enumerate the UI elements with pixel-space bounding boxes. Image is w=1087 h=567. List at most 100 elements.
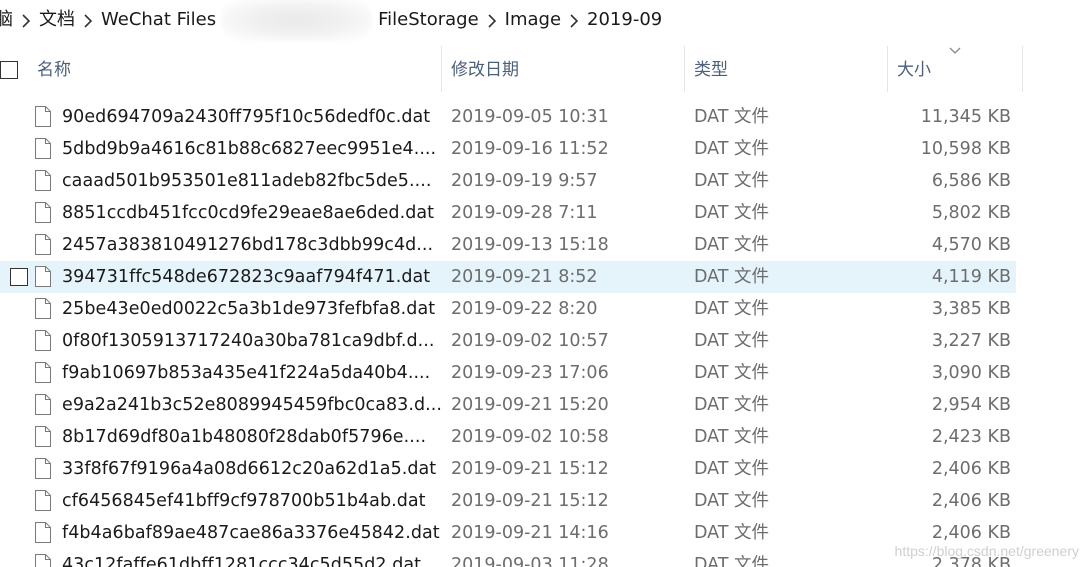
file-modified-date: 2019-09-02 10:57 <box>451 331 609 351</box>
file-type: DAT 文件 <box>694 139 770 159</box>
file-type: DAT 文件 <box>694 395 770 415</box>
file-modified-date: 2019-09-21 15:12 <box>451 459 609 479</box>
file-row[interactable]: 90ed694709a2430ff795f10c56dedf0c.dat 2019… <box>0 101 1087 133</box>
column-header-row: 名称 修改日期 类型 大小 <box>0 44 1087 92</box>
file-type: DAT 文件 <box>694 107 770 127</box>
file-modified-date: 2019-09-05 10:31 <box>451 107 609 127</box>
file-name[interactable]: 0f80f1305913717240a30ba781ca9dbf.d... <box>62 325 435 357</box>
file-type: DAT 文件 <box>694 299 770 319</box>
breadcrumb-item-wechat-files[interactable]: WeChat Files <box>99 0 218 40</box>
file-modified-date: 2019-09-19 9:57 <box>451 171 598 191</box>
file-type: DAT 文件 <box>694 427 770 447</box>
file-type: DAT 文件 <box>694 331 770 351</box>
file-size: 3,227 KB <box>931 331 1011 351</box>
file-row[interactable]: 0f80f1305913717240a30ba781ca9dbf.d... 201… <box>0 325 1087 357</box>
file-size: 3,385 KB <box>931 299 1011 319</box>
file-modified-date: 2019-09-21 14:16 <box>451 523 609 543</box>
file-size: 4,119 KB <box>931 267 1011 287</box>
file-icon <box>35 298 51 319</box>
file-modified-date: 2019-09-21 15:12 <box>451 491 609 511</box>
column-header-modified[interactable]: 修改日期 <box>451 44 684 92</box>
file-size: 2,954 KB <box>931 395 1011 415</box>
file-size: 5,802 KB <box>931 203 1011 223</box>
breadcrumb-item-image[interactable]: Image <box>503 0 563 40</box>
chevron-right-icon[interactable] <box>563 11 585 29</box>
file-row[interactable]: 2457a383810491276bd178c3dbb99c4d... 2019-… <box>0 229 1087 261</box>
file-name[interactable]: 2457a383810491276bd178c3dbb99c4d... <box>62 229 433 261</box>
file-modified-date: 2019-09-21 8:52 <box>451 267 598 287</box>
chevron-right-icon[interactable] <box>15 11 37 29</box>
watermark-text: https://blog.csdn.net/greenery <box>894 543 1079 559</box>
file-row[interactable]: 5dbd9b9a4616c81b88c6827eec9951e4.... 2019… <box>0 133 1087 165</box>
file-row[interactable]: cf6456845ef41bff9cf978700b51b4ab.dat 2019… <box>0 485 1087 517</box>
breadcrumb-item-computer[interactable]: 脑 <box>0 0 15 40</box>
file-row[interactable]: f9ab10697b853a435e41f224a5da40b4.... 2019… <box>0 357 1087 389</box>
file-name[interactable]: f4b4a6baf89ae487cae86a3376e45842.dat <box>62 517 440 549</box>
file-modified-date: 2019-09-21 15:20 <box>451 395 609 415</box>
file-icon <box>35 202 51 223</box>
file-row[interactable]: 394731ffc548de672823c9aaf794f471.dat 2019… <box>0 261 1087 293</box>
file-modified-date: 2019-09-22 8:20 <box>451 299 598 319</box>
file-icon <box>35 490 51 511</box>
file-name[interactable]: 43c12faffe61dbff1281ccc34c5d55d2.dat <box>62 549 421 567</box>
file-size: 2,406 KB <box>931 491 1011 511</box>
file-modified-date: 2019-09-02 10:58 <box>451 427 609 447</box>
file-size: 6,586 KB <box>931 171 1011 191</box>
column-divider[interactable] <box>441 46 442 92</box>
file-icon <box>35 426 51 447</box>
file-size: 2,406 KB <box>931 459 1011 479</box>
file-modified-date: 2019-09-23 17:06 <box>451 363 609 383</box>
breadcrumb-item-filestorage[interactable]: FileStorage <box>376 0 481 40</box>
file-name[interactable]: 25be43e0ed0022c5a3b1de973fefbfa8.dat <box>62 293 435 325</box>
file-type: DAT 文件 <box>694 235 770 255</box>
column-header-type[interactable]: 类型 <box>694 44 887 92</box>
file-name[interactable]: 90ed694709a2430ff795f10c56dedf0c.dat <box>62 101 430 133</box>
file-icon <box>35 266 51 287</box>
file-explorer-window: 脑 文档 WeChat Files FileStorage Image 2019… <box>0 0 1087 567</box>
file-icon <box>35 234 51 255</box>
file-name[interactable]: 33f8f67f9196a4a08d6612c20a62d1a5.dat <box>62 453 436 485</box>
file-icon <box>35 362 51 383</box>
breadcrumb-item-documents[interactable]: 文档 <box>37 0 77 40</box>
file-modified-date: 2019-09-16 11:52 <box>451 139 609 159</box>
file-type: DAT 文件 <box>694 267 770 287</box>
file-name[interactable]: f9ab10697b853a435e41f224a5da40b4.... <box>62 357 430 389</box>
file-type: DAT 文件 <box>694 203 770 223</box>
select-all-checkbox[interactable] <box>0 61 18 79</box>
column-header-name[interactable]: 名称 <box>37 44 441 92</box>
file-row[interactable]: 8b17d69df80a1b48080f28dab0f5796e.... 2019… <box>0 421 1087 453</box>
row-checkbox[interactable] <box>10 268 28 286</box>
file-row[interactable]: e9a2a241b3c52e8089945459fbc0ca83.d... 201… <box>0 389 1087 421</box>
breadcrumb-item-current-folder[interactable]: 2019-09 <box>585 0 664 40</box>
file-modified-date: 2019-09-13 15:18 <box>451 235 609 255</box>
file-row[interactable]: 25be43e0ed0022c5a3b1de973fefbfa8.dat 2019… <box>0 293 1087 325</box>
file-type: DAT 文件 <box>694 171 770 191</box>
file-icon <box>35 106 51 127</box>
file-name[interactable]: 394731ffc548de672823c9aaf794f471.dat <box>62 261 430 293</box>
redacted-user-folder <box>222 0 373 41</box>
file-row[interactable]: 33f8f67f9196a4a08d6612c20a62d1a5.dat 2019… <box>0 453 1087 485</box>
file-icon <box>35 330 51 351</box>
chevron-right-icon[interactable] <box>77 11 99 29</box>
file-size: 10,598 KB <box>920 139 1011 159</box>
file-name[interactable]: 8b17d69df80a1b48080f28dab0f5796e.... <box>62 421 426 453</box>
file-name[interactable]: 5dbd9b9a4616c81b88c6827eec9951e4.... <box>62 133 436 165</box>
file-type: DAT 文件 <box>694 555 770 567</box>
file-icon <box>35 522 51 543</box>
chevron-right-icon[interactable] <box>481 11 503 29</box>
file-modified-date: 2019-09-03 11:28 <box>451 555 609 567</box>
column-divider[interactable] <box>684 46 685 92</box>
file-type: DAT 文件 <box>694 523 770 543</box>
file-size: 3,090 KB <box>931 363 1011 383</box>
file-name[interactable]: 8851ccdb451fcc0cd9fe29eae8ae6ded.dat <box>62 197 434 229</box>
file-name[interactable]: e9a2a241b3c52e8089945459fbc0ca83.d... <box>62 389 442 421</box>
file-row[interactable]: 8851ccdb451fcc0cd9fe29eae8ae6ded.dat 2019… <box>0 197 1087 229</box>
file-name[interactable]: caaad501b953501e811adeb82fbc5de5.... <box>62 165 431 197</box>
file-row[interactable]: caaad501b953501e811adeb82fbc5de5.... 2019… <box>0 165 1087 197</box>
file-name[interactable]: cf6456845ef41bff9cf978700b51b4ab.dat <box>62 485 426 517</box>
column-divider[interactable] <box>887 46 888 92</box>
file-type: DAT 文件 <box>694 491 770 511</box>
column-divider[interactable] <box>1022 46 1023 92</box>
file-icon <box>35 554 51 567</box>
file-modified-date: 2019-09-28 7:11 <box>451 203 598 223</box>
